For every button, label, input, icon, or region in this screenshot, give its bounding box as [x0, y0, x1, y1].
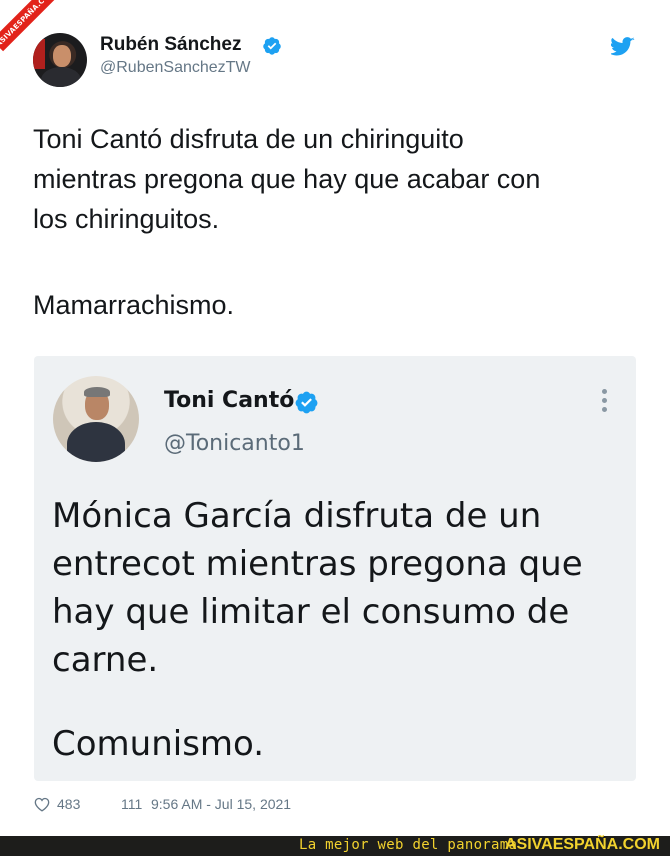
quoted-author-name: Toni Cantó — [164, 388, 295, 413]
quoted-tweet-text: Mónica García disfruta de un entrecot mi… — [52, 496, 583, 680]
quoted-author-handle: @Tonicanto1 — [164, 431, 305, 456]
quoted-tweet-image[interactable]: Toni Cantó @Tonicanto1 Mónica García dis… — [34, 356, 636, 781]
verified-badge-icon — [263, 37, 281, 55]
twitter-bird-icon[interactable] — [611, 37, 635, 57]
like-count: 483 — [57, 796, 81, 812]
banner-brand[interactable]: ASIVAESPAÑA.COM — [505, 836, 660, 854]
more-options-icon — [600, 389, 608, 415]
author-avatar[interactable] — [33, 33, 87, 87]
retweet-count: 111 — [121, 796, 143, 812]
bottom-banner: La mejor web del panorama ASIVAESPAÑA.CO… — [0, 836, 670, 856]
tweet-timestamp[interactable]: 9:56 AM - Jul 15, 2021 — [151, 796, 291, 812]
quoted-author-avatar — [53, 376, 139, 462]
quoted-tweet-text-closing: Comunismo. — [52, 724, 265, 764]
author-handle[interactable]: @RubenSanchezTW — [100, 59, 251, 77]
author-name[interactable]: Rubén Sánchez — [100, 34, 241, 56]
quoted-verified-badge-icon — [295, 391, 318, 414]
tweet-text-closing: Mamarrachismo. — [33, 290, 235, 320]
heart-icon[interactable] — [34, 797, 50, 812]
tweet-text: Toni Cantó disfruta de un chiringuito mi… — [33, 124, 541, 234]
banner-tagline: La mejor web del panorama — [299, 837, 518, 853]
tweet-screenshot: ASIVAESPAÑA.COM Rubén Sánchez @RubenSanc… — [0, 0, 670, 856]
